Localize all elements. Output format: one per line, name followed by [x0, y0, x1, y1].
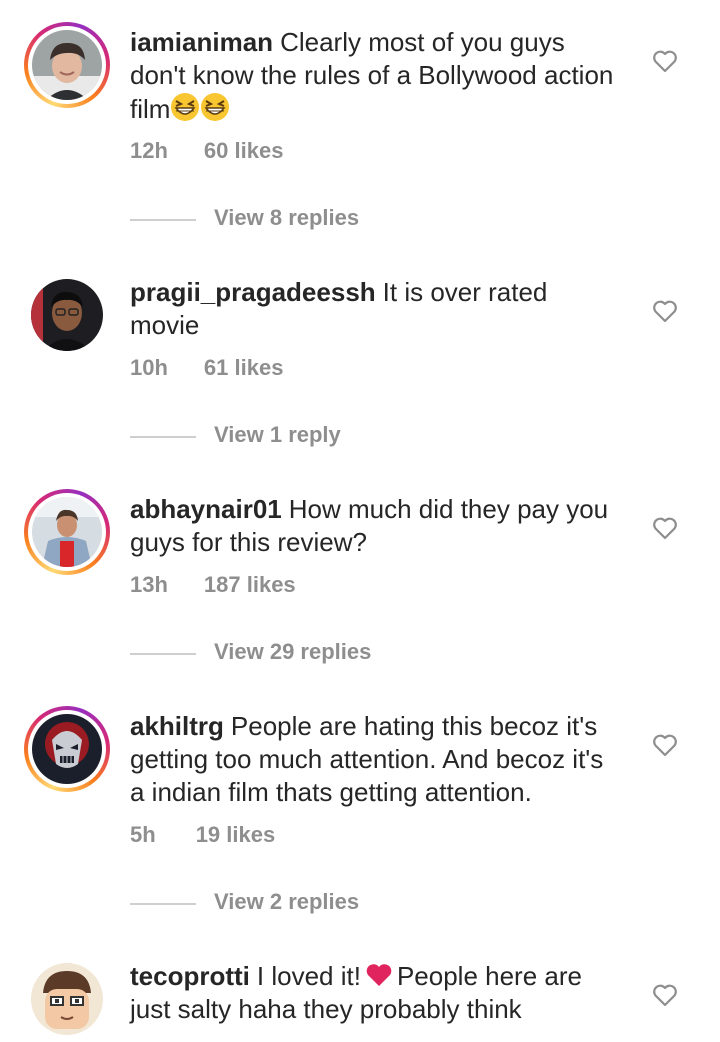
- comment-meta: 12h 60 likes: [130, 138, 283, 164]
- comment-username[interactable]: iamianiman: [130, 27, 273, 57]
- comment-text: iamianiman Clearly most of you guys don't…: [130, 26, 620, 126]
- comment-time: 10h: [130, 355, 168, 380]
- replies-divider: [130, 653, 196, 655]
- replies-divider: [130, 219, 196, 221]
- comment-body: I loved it!: [256, 961, 361, 991]
- avatar-image: [32, 714, 102, 784]
- likes-count[interactable]: 61 likes: [204, 355, 284, 380]
- likes-count[interactable]: 19 likes: [196, 822, 276, 847]
- view-replies-label: View 2 replies: [214, 889, 360, 914]
- grinning-squinting-face-emoji-icon: [171, 93, 200, 121]
- heart-outline-icon[interactable]: [652, 516, 678, 540]
- avatar[interactable]: [24, 956, 110, 1042]
- avatar-image: [32, 30, 102, 100]
- comment-username[interactable]: tecoprotti: [130, 961, 250, 991]
- red-heart-emoji-icon: [366, 964, 392, 986]
- view-replies-label: View 8 replies: [214, 205, 360, 230]
- comment-username[interactable]: pragii_pragadeessh: [130, 277, 376, 307]
- avatar-image: [31, 279, 103, 351]
- heart-outline-icon[interactable]: [652, 299, 678, 323]
- likes-count[interactable]: 187 likes: [204, 572, 296, 597]
- likes-count[interactable]: 60 likes: [204, 138, 284, 163]
- avatar-image: [31, 963, 103, 1035]
- comment-meta: 10h 61 likes: [130, 355, 283, 381]
- view-replies-button[interactable]: View 29 replies: [130, 639, 530, 669]
- comment-meta: 5h 19 likes: [130, 822, 275, 848]
- comments-list: iamianiman Clearly most of you guys don't…: [0, 0, 720, 1035]
- comment-text: akhiltrg People are hating this becoz it'…: [130, 710, 620, 809]
- comment-username[interactable]: akhiltrg: [130, 711, 224, 741]
- comment-username[interactable]: abhaynair01: [130, 494, 282, 524]
- avatar[interactable]: [24, 272, 110, 358]
- grinning-squinting-face-emoji-icon: [201, 93, 230, 121]
- heart-outline-icon[interactable]: [652, 983, 678, 1007]
- view-replies-button[interactable]: View 8 replies: [130, 205, 530, 235]
- heart-outline-icon[interactable]: [652, 49, 678, 73]
- comment-time: 12h: [130, 138, 168, 163]
- comment-text: abhaynair01 How much did they pay you guy…: [130, 493, 620, 559]
- comment-time: 5h: [130, 822, 156, 847]
- comment-text: tecoprotti I loved it! People here are jus…: [130, 960, 620, 1026]
- comment-text: pragii_pragadeessh It is over rated movie: [130, 276, 620, 342]
- avatar[interactable]: [24, 489, 110, 575]
- replies-divider: [130, 436, 196, 438]
- avatar[interactable]: [24, 706, 110, 792]
- comment-meta: 13h 187 likes: [130, 572, 296, 598]
- avatar[interactable]: [24, 22, 110, 108]
- view-replies-button[interactable]: View 2 replies: [130, 889, 530, 919]
- replies-divider: [130, 903, 196, 905]
- heart-outline-icon[interactable]: [652, 733, 678, 757]
- view-replies-button[interactable]: View 1 reply: [130, 422, 530, 452]
- comment-time: 13h: [130, 572, 168, 597]
- view-replies-label: View 1 reply: [214, 422, 341, 447]
- view-replies-label: View 29 replies: [214, 639, 372, 664]
- avatar-image: [32, 497, 102, 567]
